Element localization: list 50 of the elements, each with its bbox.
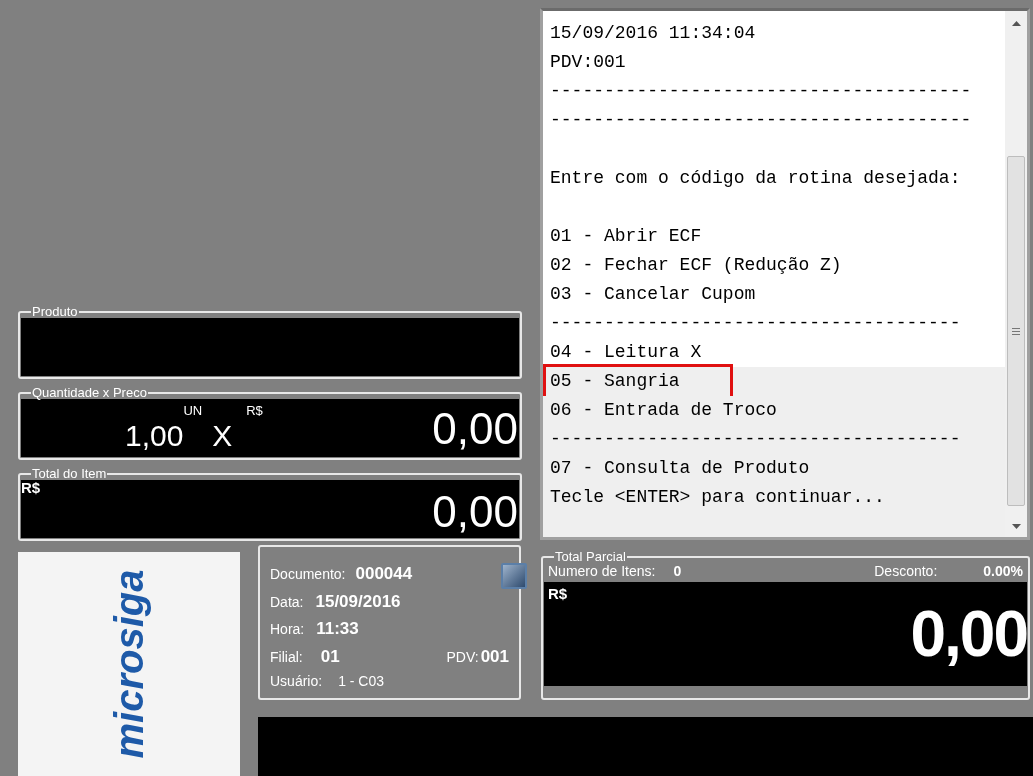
receipt-line: 15/09/2016 11:34:04	[549, 22, 757, 45]
receipt-line: 04 - Leitura X	[549, 341, 703, 364]
document-number: 000044	[355, 563, 413, 585]
field-label: Documento:	[270, 565, 346, 584]
field-label: Hora:	[270, 620, 305, 639]
field-label: Desconto:	[874, 562, 938, 581]
branch-value: 01	[320, 645, 340, 668]
receipt-line: 01 - Abrir ECF	[549, 225, 703, 248]
scrollbar[interactable]	[1005, 11, 1027, 537]
receipt-line: --------------------------------------	[549, 428, 962, 451]
receipt-line: Tecle <ENTER> para continuar...	[549, 486, 886, 509]
times-sign: X	[212, 421, 233, 451]
scroll-down-icon[interactable]	[1011, 524, 1021, 529]
currency-label: R$	[21, 480, 41, 498]
receipt-line: ---------------------------------------	[549, 80, 973, 103]
receipt-line: 03 - Cancelar Cupom	[549, 283, 757, 306]
logo-text: microsiga	[106, 569, 152, 759]
receipt-line: --------------------------------------	[549, 312, 962, 335]
currency-label: R$	[547, 584, 568, 604]
field-label: Usuário:	[270, 672, 323, 691]
scroll-thumb[interactable]	[1007, 156, 1025, 506]
panel-legend: Quantidade x Preco	[31, 387, 148, 399]
receipt-line: 02 - Fechar ECF (Redução Z)	[549, 254, 843, 277]
receipt-line: ---------------------------------------	[549, 109, 973, 132]
field-label: Numero de Itens:	[548, 562, 656, 581]
time-value: 11:33	[316, 618, 359, 640]
quantity-value: 1,00	[125, 421, 184, 451]
field-label: Filial:	[270, 647, 303, 667]
panel-legend: Produto	[31, 306, 79, 318]
receipt-line: 06 - Entrada de Troco	[549, 399, 778, 422]
field-label: PDV:	[446, 647, 479, 667]
partial-total-value: 0,00	[910, 602, 1027, 666]
field-label: Data:	[270, 592, 304, 612]
user-value: 1 - C03	[338, 672, 385, 691]
monitor-icon	[501, 563, 527, 589]
pdv-value: 001	[480, 645, 509, 668]
currency-label: R$	[246, 402, 263, 420]
item-count: 0	[673, 562, 682, 581]
panel-legend: Total do Item	[31, 468, 108, 480]
receipt-line: PDV:001	[549, 51, 627, 74]
item-total-value: 0,00	[432, 490, 518, 538]
panel-legend: Total Parcial	[554, 551, 627, 563]
scroll-up-icon[interactable]	[1011, 21, 1021, 26]
date-value: 15/09/2016	[315, 590, 401, 613]
grip-icon	[1012, 327, 1020, 335]
receipt-line: 07 - Consulta de Produto	[549, 457, 811, 480]
discount-value: 0.00%	[983, 562, 1023, 581]
price-value: 0,00	[432, 407, 518, 451]
unit-label: UN	[183, 402, 203, 420]
receipt-line: Entre com o código da rotina desejada:	[549, 167, 962, 190]
